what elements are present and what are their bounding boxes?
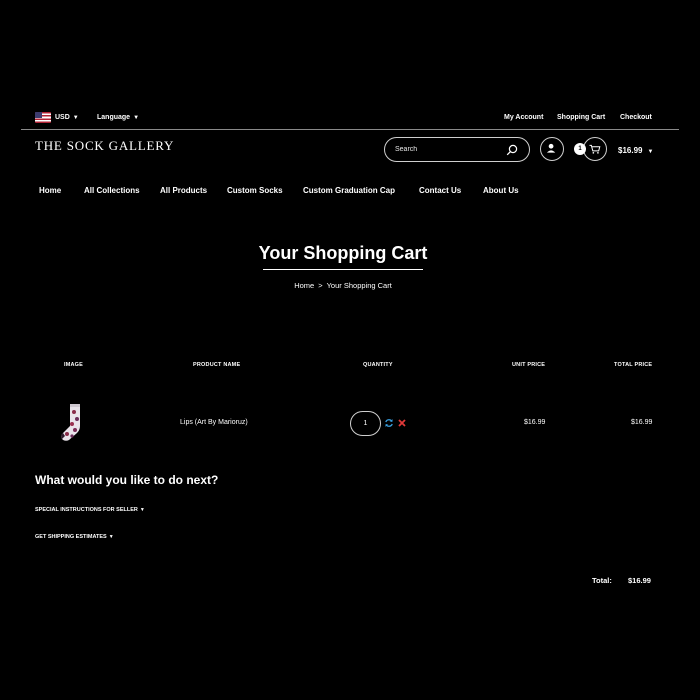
remove-icon[interactable] [398,419,406,427]
nav-all-products[interactable]: All Products [160,186,207,195]
nav-custom-graduation-cap[interactable]: Custom Graduation Cap [303,186,395,195]
my-account-link[interactable]: My Account [504,114,543,121]
shopping-cart-link[interactable]: Shopping Cart [557,114,605,121]
special-instructions-toggle[interactable]: SPECIAL INSTRUCTIONS FOR SELLER ▼ [35,507,145,513]
product-sock-image[interactable] [56,402,88,442]
refresh-icon[interactable] [384,418,394,428]
site-logo[interactable]: THE SOCK GALLERY [35,138,174,154]
column-header-total-price: TOTAL PRICE [614,362,653,368]
cart-icon [589,144,601,154]
cart-button[interactable] [583,137,607,161]
search-icon[interactable] [506,144,518,156]
cart-total-dropdown[interactable]: $16.99 ▼ [618,146,653,155]
column-header-image: IMAGE [64,362,84,368]
cart-count-badge: 1 [574,143,586,155]
language-label: Language [97,114,131,121]
column-header-unit-price: UNIT PRICE [512,362,546,368]
nav-custom-socks[interactable]: Custom Socks [227,186,283,195]
next-steps-heading: What would you like to do next? [35,473,219,487]
breadcrumb-home[interactable]: Home [294,281,314,290]
user-icon [546,143,556,153]
chevron-down-icon: ▼ [72,115,79,121]
currency-selector[interactable]: USD ▼ [55,114,79,121]
nav-contact-us[interactable]: Contact Us [419,186,461,195]
unit-price: $16.99 [524,419,546,426]
caret-down-icon: ▼ [108,534,114,540]
chevron-down-icon: ▼ [133,115,140,121]
page-title: Your Shopping Cart [258,243,428,263]
cart-total-label-footer: Total: [592,576,612,585]
column-header-quantity: QUANTITY [363,362,393,368]
shipping-estimates-toggle[interactable]: GET SHIPPING ESTIMATES ▼ [35,534,114,540]
us-flag-icon[interactable] [35,112,51,123]
shipping-estimates-label: GET SHIPPING ESTIMATES [35,534,107,540]
column-header-product-name: PRODUCT NAME [193,362,241,368]
special-instructions-label: SPECIAL INSTRUCTIONS FOR SELLER [35,507,138,513]
caret-down-icon: ▼ [139,507,145,513]
nav-home[interactable]: Home [39,186,61,195]
topbar-divider [21,129,679,130]
account-button[interactable] [540,137,564,161]
currency-label: USD [55,114,70,121]
search-bar [384,137,530,162]
cart-total-label: $16.99 [618,146,643,155]
checkout-link[interactable]: Checkout [620,114,652,121]
breadcrumb: Home > Your Shopping Cart [0,281,686,290]
product-name[interactable]: Lips (Art By Marioruz) [180,419,248,426]
language-selector[interactable]: Language ▼ [97,114,139,121]
nav-all-collections[interactable]: All Collections [84,186,140,195]
breadcrumb-separator: > [318,281,323,290]
breadcrumb-current: Your Shopping Cart [326,281,392,290]
title-underline [263,269,423,270]
total-price: $16.99 [631,419,653,426]
cart-total-value: $16.99 [628,576,651,585]
chevron-down-icon: ▼ [647,149,654,155]
search-input[interactable] [395,143,505,156]
nav-about-us[interactable]: About Us [483,186,519,195]
quantity-input[interactable]: 1 [350,411,381,436]
